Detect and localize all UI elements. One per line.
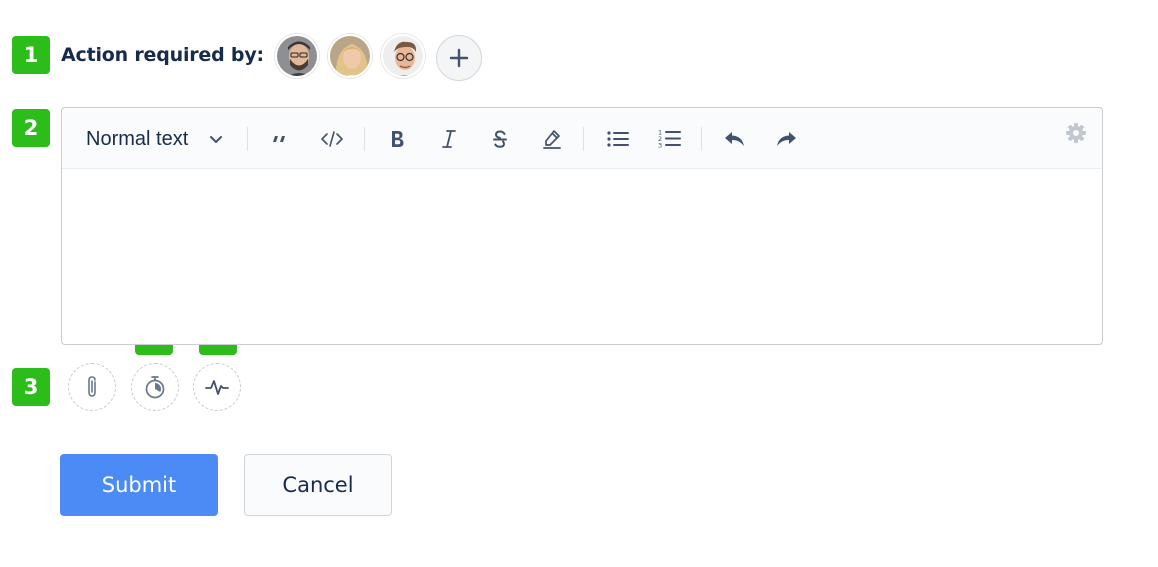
attach-file-button[interactable]	[68, 363, 116, 411]
bold-icon	[392, 131, 404, 147]
quote-icon	[273, 136, 285, 142]
activity-icon	[205, 380, 229, 395]
code-button[interactable]	[317, 125, 347, 153]
quote-button[interactable]	[266, 125, 294, 153]
numbered-list-icon: 1 2 3	[658, 129, 681, 150]
time-tracking-button[interactable]	[131, 363, 179, 411]
activity-button[interactable]	[193, 363, 241, 411]
numbered-list-button[interactable]: 1 2 3	[655, 125, 685, 153]
strikethrough-icon	[493, 130, 507, 148]
editor-toolbar: Normal text 1 2 3	[62, 108, 1102, 169]
svg-text:3: 3	[658, 142, 662, 150]
undo-icon	[725, 132, 744, 146]
bold-button[interactable]	[384, 125, 410, 153]
italic-button[interactable]	[436, 125, 462, 153]
settings-button[interactable]	[1063, 119, 1089, 147]
highlight-icon	[543, 130, 561, 149]
strikethrough-button[interactable]	[487, 125, 513, 153]
badge-3: 3	[12, 368, 50, 406]
stopwatch-icon	[145, 376, 165, 399]
italic-icon	[442, 130, 456, 148]
action-required-label: Action required by:	[61, 44, 264, 66]
bullet-list-icon	[607, 131, 629, 147]
highlight-button[interactable]	[538, 125, 566, 153]
undo-button[interactable]	[721, 125, 749, 153]
avatar[interactable]	[381, 34, 425, 78]
redo-icon	[777, 132, 796, 146]
paperclip-icon	[88, 376, 96, 397]
avatar[interactable]	[275, 34, 319, 78]
avatar[interactable]	[328, 34, 372, 78]
cancel-button[interactable]: Cancel	[244, 454, 392, 516]
add-user-button[interactable]	[436, 35, 482, 81]
plus-icon	[449, 48, 469, 68]
text-style-dropdown[interactable]: Normal text	[86, 125, 232, 153]
code-icon	[321, 131, 343, 147]
bullet-list-button[interactable]	[603, 125, 633, 153]
editor-content[interactable]	[62, 169, 1102, 344]
settings-icon	[1066, 123, 1086, 143]
badge-1: 1	[12, 36, 50, 74]
redo-button[interactable]	[772, 125, 800, 153]
badge-2: 2	[12, 109, 50, 147]
rich-text-editor[interactable]: Normal text 1 2 3	[61, 107, 1103, 345]
submit-button[interactable]: Submit	[60, 454, 218, 516]
chevron-down-icon	[210, 136, 223, 143]
text-style-label: Normal text	[86, 127, 189, 150]
